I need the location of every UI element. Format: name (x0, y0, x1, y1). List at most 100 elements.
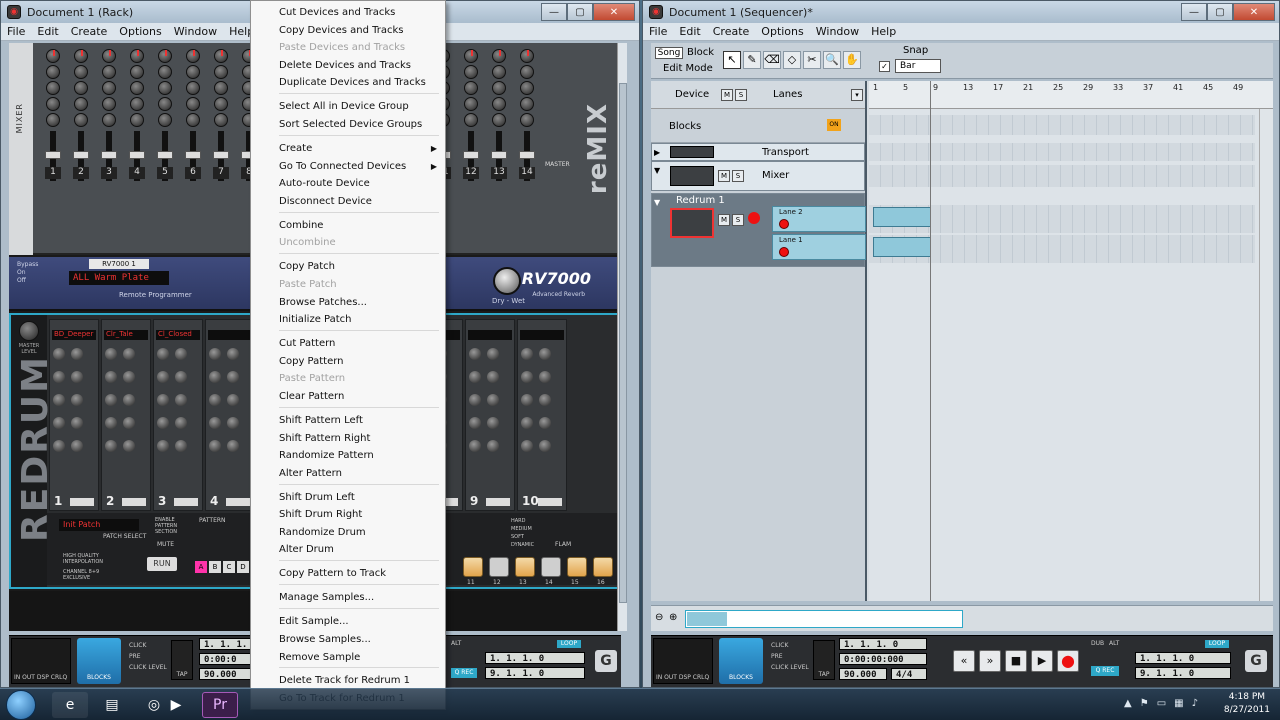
mixer-knob[interactable] (492, 97, 506, 111)
context-menu-item[interactable]: Create ▶ (251, 140, 445, 157)
alt-toggle[interactable]: ALT (1109, 640, 1119, 647)
drum-knob[interactable] (539, 440, 551, 452)
context-menu-item[interactable]: Go To Connected Devices ▶ (251, 158, 445, 175)
menu-file[interactable]: File (649, 25, 667, 38)
drum-knob[interactable] (487, 417, 499, 429)
tap-button[interactable]: TAP (813, 640, 835, 680)
drum-knob[interactable] (71, 348, 83, 360)
mixer-knob[interactable] (214, 97, 228, 111)
drum-knob[interactable] (123, 371, 135, 383)
fader-cap[interactable] (491, 151, 507, 159)
loop-right-marker[interactable] (930, 81, 931, 601)
context-menu-item[interactable]: Cut Devices and Tracks (251, 4, 445, 21)
mixer-knob[interactable] (130, 65, 144, 79)
ie-icon[interactable]: e (52, 692, 88, 718)
drum-knob[interactable] (105, 417, 117, 429)
tray-arrow-icon[interactable]: ▲ (1124, 698, 1132, 709)
drum-knob[interactable] (487, 348, 499, 360)
menu-file[interactable]: File (7, 25, 25, 38)
context-menu-item[interactable]: Initialize Patch (251, 311, 445, 328)
mixer-knob[interactable] (492, 65, 506, 79)
click-toggle[interactable]: CLICK (129, 640, 167, 651)
blocks-on-badge[interactable]: ON (827, 119, 841, 131)
drum-knob[interactable] (521, 371, 533, 383)
mixer-knob[interactable] (214, 113, 228, 127)
g-icon[interactable]: G (1245, 650, 1267, 672)
magnify-tool-icon[interactable]: 🔍 (823, 51, 841, 69)
seq-titlebar[interactable]: ◉ Document 1 (Sequencer)* — ▢ ✕ (643, 1, 1279, 23)
expand-icon[interactable]: ▼ (654, 166, 664, 176)
expand-icon[interactable]: ▼ (654, 198, 664, 208)
drum-knob[interactable] (521, 394, 533, 406)
mixer-knob[interactable] (102, 97, 116, 111)
drum-knob[interactable] (521, 417, 533, 429)
menu-options[interactable]: Options (119, 25, 161, 38)
rewind-icon[interactable]: « (953, 650, 975, 672)
bank-d-button[interactable]: D (237, 561, 249, 573)
bank-c-button[interactable]: C (223, 561, 235, 573)
mute-tool-icon[interactable]: ✂ (803, 51, 821, 69)
mixer-knob[interactable] (492, 81, 506, 95)
step-button[interactable] (515, 557, 535, 577)
drum-knob[interactable] (521, 348, 533, 360)
drum-knob[interactable] (53, 417, 65, 429)
mixer-knob[interactable] (102, 65, 116, 79)
mixer-knob[interactable] (74, 97, 88, 111)
drum-knob[interactable] (469, 348, 481, 360)
context-menu-item[interactable]: Disconnect Device (251, 193, 445, 210)
track-mute-button[interactable]: M (718, 214, 730, 226)
drum-knob[interactable] (71, 394, 83, 406)
context-menu-item[interactable]: Select All in Device Group (251, 98, 445, 115)
premiere-icon[interactable]: Pr (202, 692, 238, 718)
master-level-knob[interactable] (19, 321, 39, 341)
drum-knob[interactable] (209, 348, 221, 360)
drum-knob[interactable] (71, 371, 83, 383)
snap-checkbox[interactable]: ✓ (879, 61, 890, 72)
monitor-icon[interactable]: ▭ (1157, 698, 1166, 709)
context-menu-item[interactable]: Delete Devices and Tracks (251, 57, 445, 74)
flag-icon[interactable]: ⚑ (1140, 698, 1149, 709)
drum-knob[interactable] (227, 371, 239, 383)
blocks-track[interactable]: Blocks ON (651, 109, 865, 143)
drum-select-button[interactable] (486, 498, 510, 506)
click-level-knob[interactable]: CLICK LEVEL (771, 662, 809, 673)
menu-create[interactable]: Create (71, 25, 108, 38)
run-button[interactable]: RUN (147, 557, 177, 571)
mixer-knob[interactable] (464, 97, 478, 111)
menu-window[interactable]: Window (816, 25, 859, 38)
track-solo-button[interactable]: S (732, 170, 744, 182)
drum-knob[interactable] (209, 417, 221, 429)
mixer-knob[interactable] (74, 65, 88, 79)
drum-knob[interactable] (487, 394, 499, 406)
drum-knob[interactable] (123, 394, 135, 406)
mixer-knob[interactable] (102, 113, 116, 127)
context-menu-item[interactable]: Alter Drum (251, 541, 445, 558)
mixer-knob[interactable] (102, 81, 116, 95)
context-menu-item[interactable]: Duplicate Devices and Tracks (251, 74, 445, 91)
zoom-out-icon[interactable]: ⊖ (655, 612, 663, 623)
fader-cap[interactable] (129, 151, 145, 159)
mixer-knob[interactable] (186, 65, 200, 79)
context-menu-item[interactable]: Copy Pattern to Track (251, 565, 445, 582)
volume-icon[interactable]: ♪ (1192, 698, 1198, 709)
mixer-knob[interactable] (74, 81, 88, 95)
drum-knob[interactable] (71, 417, 83, 429)
pattern-clip[interactable] (873, 237, 931, 257)
lane-record-button[interactable] (779, 247, 789, 257)
step-button[interactable] (567, 557, 587, 577)
drum-knob[interactable] (227, 348, 239, 360)
explorer-icon[interactable]: ▤ (94, 692, 130, 718)
pencil-tool-icon[interactable]: ✎ (743, 51, 761, 69)
context-menu-item[interactable]: Combine (251, 217, 445, 234)
rv-name-tag[interactable]: RV7000 1 (89, 259, 149, 269)
mixer-knob[interactable] (46, 113, 60, 127)
mixer-knob[interactable] (46, 97, 60, 111)
step-button[interactable] (541, 557, 561, 577)
drum-knob[interactable] (53, 440, 65, 452)
lane-options-icon[interactable]: ▾ (851, 89, 863, 101)
drum-knob[interactable] (227, 394, 239, 406)
drum-knob[interactable] (105, 394, 117, 406)
start-button[interactable] (6, 690, 36, 720)
drum-knob[interactable] (157, 348, 169, 360)
step-button[interactable] (489, 557, 509, 577)
